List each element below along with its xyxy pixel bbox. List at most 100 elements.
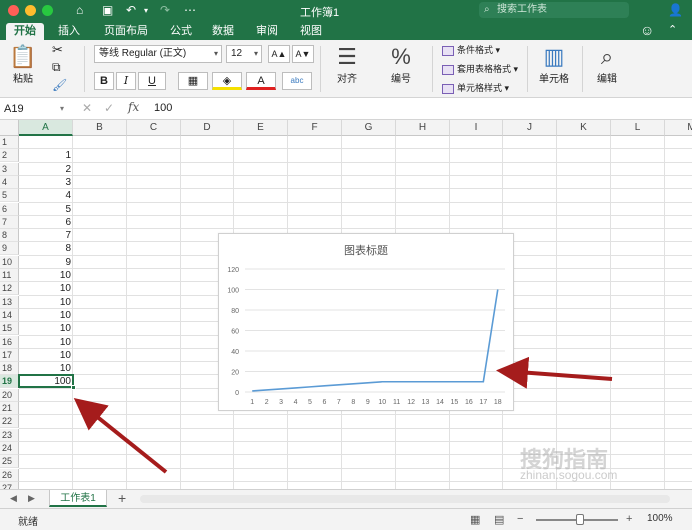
- cell-a14[interactable]: 10: [19, 309, 73, 322]
- cell-a16[interactable]: 10: [19, 336, 73, 349]
- alignment-button[interactable]: ☰ 对齐: [330, 44, 364, 85]
- search-sheet-input[interactable]: ⌕ 搜索工作表: [479, 2, 629, 18]
- italic-button[interactable]: I: [116, 72, 136, 90]
- row-header-6[interactable]: 6: [0, 202, 19, 216]
- table-format-button[interactable]: 套用表格格式 ▾: [442, 62, 518, 75]
- row-header-14[interactable]: 14: [0, 308, 19, 322]
- column-header-c[interactable]: C: [127, 120, 181, 136]
- row-header-13[interactable]: 13: [0, 295, 19, 309]
- font-color-button[interactable]: A: [246, 72, 276, 90]
- row-header-2[interactable]: 2: [0, 149, 19, 163]
- row-header-12[interactable]: 12: [0, 282, 19, 296]
- underline-button[interactable]: U: [138, 72, 166, 90]
- cancel-icon[interactable]: ✕: [82, 101, 92, 115]
- save-icon[interactable]: ▣: [102, 3, 113, 17]
- row-header-5[interactable]: 5: [0, 189, 19, 203]
- row-header-11[interactable]: 11: [0, 269, 19, 282]
- redo-icon[interactable]: ↷: [160, 3, 170, 17]
- zoom-slider-thumb[interactable]: [576, 514, 584, 525]
- cell-a4[interactable]: 3: [19, 176, 73, 189]
- column-header-i[interactable]: I: [450, 120, 503, 136]
- cell-a9[interactable]: 8: [19, 242, 73, 255]
- column-header-b[interactable]: B: [73, 120, 127, 136]
- column-header-a[interactable]: A: [19, 120, 73, 136]
- column-header-l[interactable]: L: [611, 120, 665, 136]
- next-sheet-icon[interactable]: ▶: [28, 493, 35, 504]
- row-header-4[interactable]: 4: [0, 175, 19, 189]
- bold-button[interactable]: B: [94, 72, 114, 90]
- column-header-m[interactable]: M: [665, 120, 692, 136]
- feedback-smiley-icon[interactable]: ☺: [640, 22, 654, 38]
- line-chart[interactable]: 图表标题 0 20 40 60 80 100 120 1 2 3 4 5 6 7 8 9 10 11 12 13 14 1…: [218, 233, 514, 411]
- row-header-24[interactable]: 24: [0, 441, 19, 455]
- row-header-25[interactable]: 25: [0, 455, 19, 469]
- tab-review[interactable]: 审阅: [248, 23, 286, 40]
- row-header-20[interactable]: 20: [0, 388, 19, 402]
- phonetic-button[interactable]: abc: [282, 72, 312, 90]
- cell-a8[interactable]: 7: [19, 229, 73, 242]
- cell-a17[interactable]: 10: [19, 349, 73, 362]
- fill-color-button[interactable]: ◈: [212, 72, 242, 90]
- zoom-out-icon[interactable]: −: [517, 513, 523, 525]
- undo-dropdown-icon[interactable]: ▾: [144, 6, 148, 15]
- cell-style-button[interactable]: 单元格样式 ▾: [442, 81, 509, 94]
- tab-view[interactable]: 视图: [292, 23, 330, 40]
- zoom-window-button[interactable]: [42, 5, 53, 16]
- format-painter-icon[interactable]: 🖌: [52, 78, 67, 92]
- cell-a10[interactable]: 9: [19, 256, 73, 269]
- minimize-window-button[interactable]: [25, 5, 36, 16]
- number-format-button[interactable]: % 编号: [384, 44, 418, 85]
- row-header-23[interactable]: 23: [0, 428, 19, 442]
- copy-icon[interactable]: ⧉: [52, 60, 61, 75]
- insert-function-icon[interactable]: fx: [128, 100, 139, 114]
- row-header-10[interactable]: 10: [0, 255, 19, 269]
- page-layout-view-icon[interactable]: ▤: [494, 513, 504, 526]
- column-header-f[interactable]: F: [288, 120, 342, 136]
- row-header-9[interactable]: 9: [0, 242, 19, 256]
- close-window-button[interactable]: [8, 5, 19, 16]
- row-header-18[interactable]: 18: [0, 362, 19, 376]
- row-header-15[interactable]: 15: [0, 322, 19, 336]
- conditional-format-button[interactable]: 条件格式 ▾: [442, 43, 500, 56]
- paste-button[interactable]: 📋 粘贴: [8, 44, 38, 85]
- cell-a2[interactable]: 1: [19, 149, 73, 162]
- horizontal-scrollbar[interactable]: [140, 495, 670, 503]
- column-header-k[interactable]: K: [557, 120, 611, 136]
- cut-icon[interactable]: ✂: [52, 42, 63, 58]
- row-header-1[interactable]: 1: [0, 136, 19, 149]
- decrease-font-button[interactable]: A▼: [292, 45, 314, 63]
- tab-page-layout[interactable]: 页面布局: [96, 23, 156, 40]
- row-header-16[interactable]: 16: [0, 335, 19, 349]
- row-header-22[interactable]: 22: [0, 415, 19, 429]
- normal-view-icon[interactable]: ▦: [470, 513, 480, 526]
- cell-a18[interactable]: 10: [19, 362, 73, 375]
- row-header-21[interactable]: 21: [0, 402, 19, 415]
- cell-a5[interactable]: 4: [19, 189, 73, 202]
- zoom-in-icon[interactable]: +: [626, 513, 632, 525]
- undo-icon[interactable]: ↶: [126, 3, 136, 17]
- sheet-tab-1[interactable]: 工作表1: [49, 490, 107, 507]
- row-header-26[interactable]: 26: [0, 468, 19, 482]
- editing-button[interactable]: ⌕ 编辑: [592, 44, 622, 85]
- row-header-19[interactable]: 19: [0, 375, 19, 389]
- cell-a15[interactable]: 10: [19, 322, 73, 335]
- add-sheet-icon[interactable]: +: [118, 490, 126, 506]
- tab-home[interactable]: 开始: [6, 23, 44, 40]
- increase-font-button[interactable]: A▲: [268, 45, 290, 63]
- column-header-e[interactable]: E: [234, 120, 288, 136]
- cell-a12[interactable]: 10: [19, 282, 73, 295]
- enter-icon[interactable]: ✓: [104, 101, 114, 115]
- column-header-j[interactable]: J: [503, 120, 557, 136]
- cell-a13[interactable]: 10: [19, 296, 73, 309]
- cell-a6[interactable]: 5: [19, 203, 73, 216]
- font-size-select[interactable]: 12 ▾: [226, 45, 262, 63]
- select-all-corner[interactable]: [0, 120, 19, 136]
- tab-data[interactable]: 数据: [204, 23, 242, 40]
- formula-input[interactable]: 100: [154, 102, 172, 114]
- name-box[interactable]: A19 ▾: [4, 101, 64, 117]
- font-name-select[interactable]: 等线 Regular (正文) ▾: [94, 45, 222, 63]
- fill-handle[interactable]: [71, 384, 76, 390]
- borders-button[interactable]: ▦: [178, 72, 208, 90]
- more-icon[interactable]: ⋯: [184, 3, 196, 17]
- tab-formulas[interactable]: 公式: [162, 23, 200, 40]
